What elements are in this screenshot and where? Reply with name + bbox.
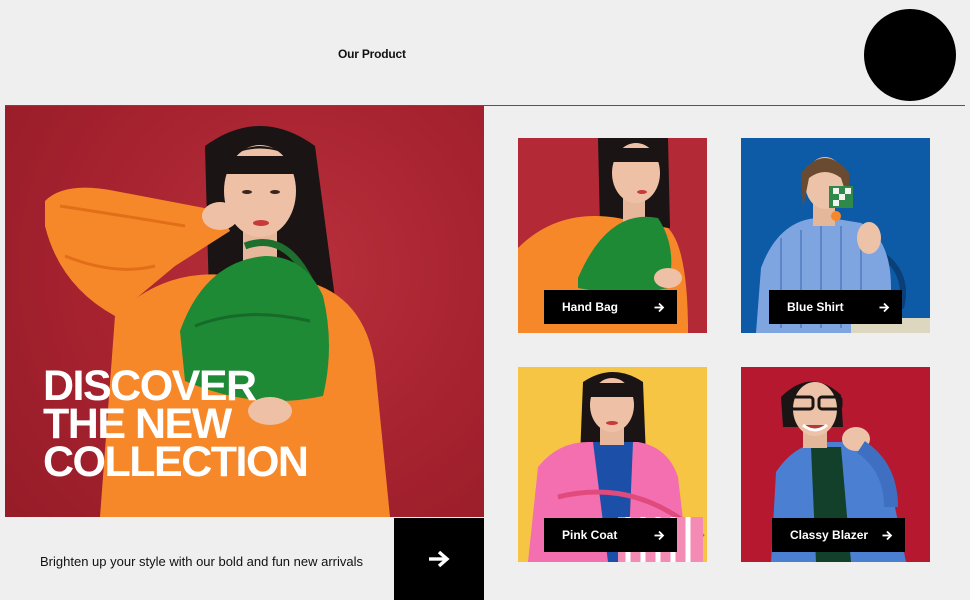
arrow-right-icon [654,530,665,540]
product-card-hand-bag[interactable]: Hand Bag [518,138,707,333]
arrow-right-icon [882,530,893,540]
product-card-classy-blazer[interactable]: Classy Blazer [741,367,930,562]
product-label-classy-blazer[interactable]: Classy Blazer [772,518,905,552]
hero-headline: DISCOVER THE NEW COLLECTION [43,365,309,486]
product-card-pink-coat[interactable]: Pink Coat [518,367,707,562]
hero-tagline: Brighten up your style with our bold and… [40,554,364,569]
product-label-pink-coat[interactable]: Pink Coat [544,518,677,552]
product-name: Classy Blazer [790,528,869,542]
avatar[interactable] [864,9,956,101]
product-name: Hand Bag [562,300,619,314]
hero-banner: DISCOVER THE NEW COLLECTION [5,106,484,517]
arrow-right-icon [879,302,890,312]
page-title: Our Product [338,47,406,61]
product-name: Pink Coat [562,528,618,542]
product-label-blue-shirt[interactable]: Blue Shirt [769,290,902,324]
arrow-right-icon [654,302,665,312]
shop-now-button[interactable] [394,518,484,600]
product-card-blue-shirt[interactable]: Blue Shirt [741,138,930,333]
product-label-hand-bag[interactable]: Hand Bag [544,290,677,324]
arrow-right-icon [429,550,450,568]
product-name: Blue Shirt [787,300,844,314]
hero-headline-line-3: COLLECTION [43,437,309,486]
